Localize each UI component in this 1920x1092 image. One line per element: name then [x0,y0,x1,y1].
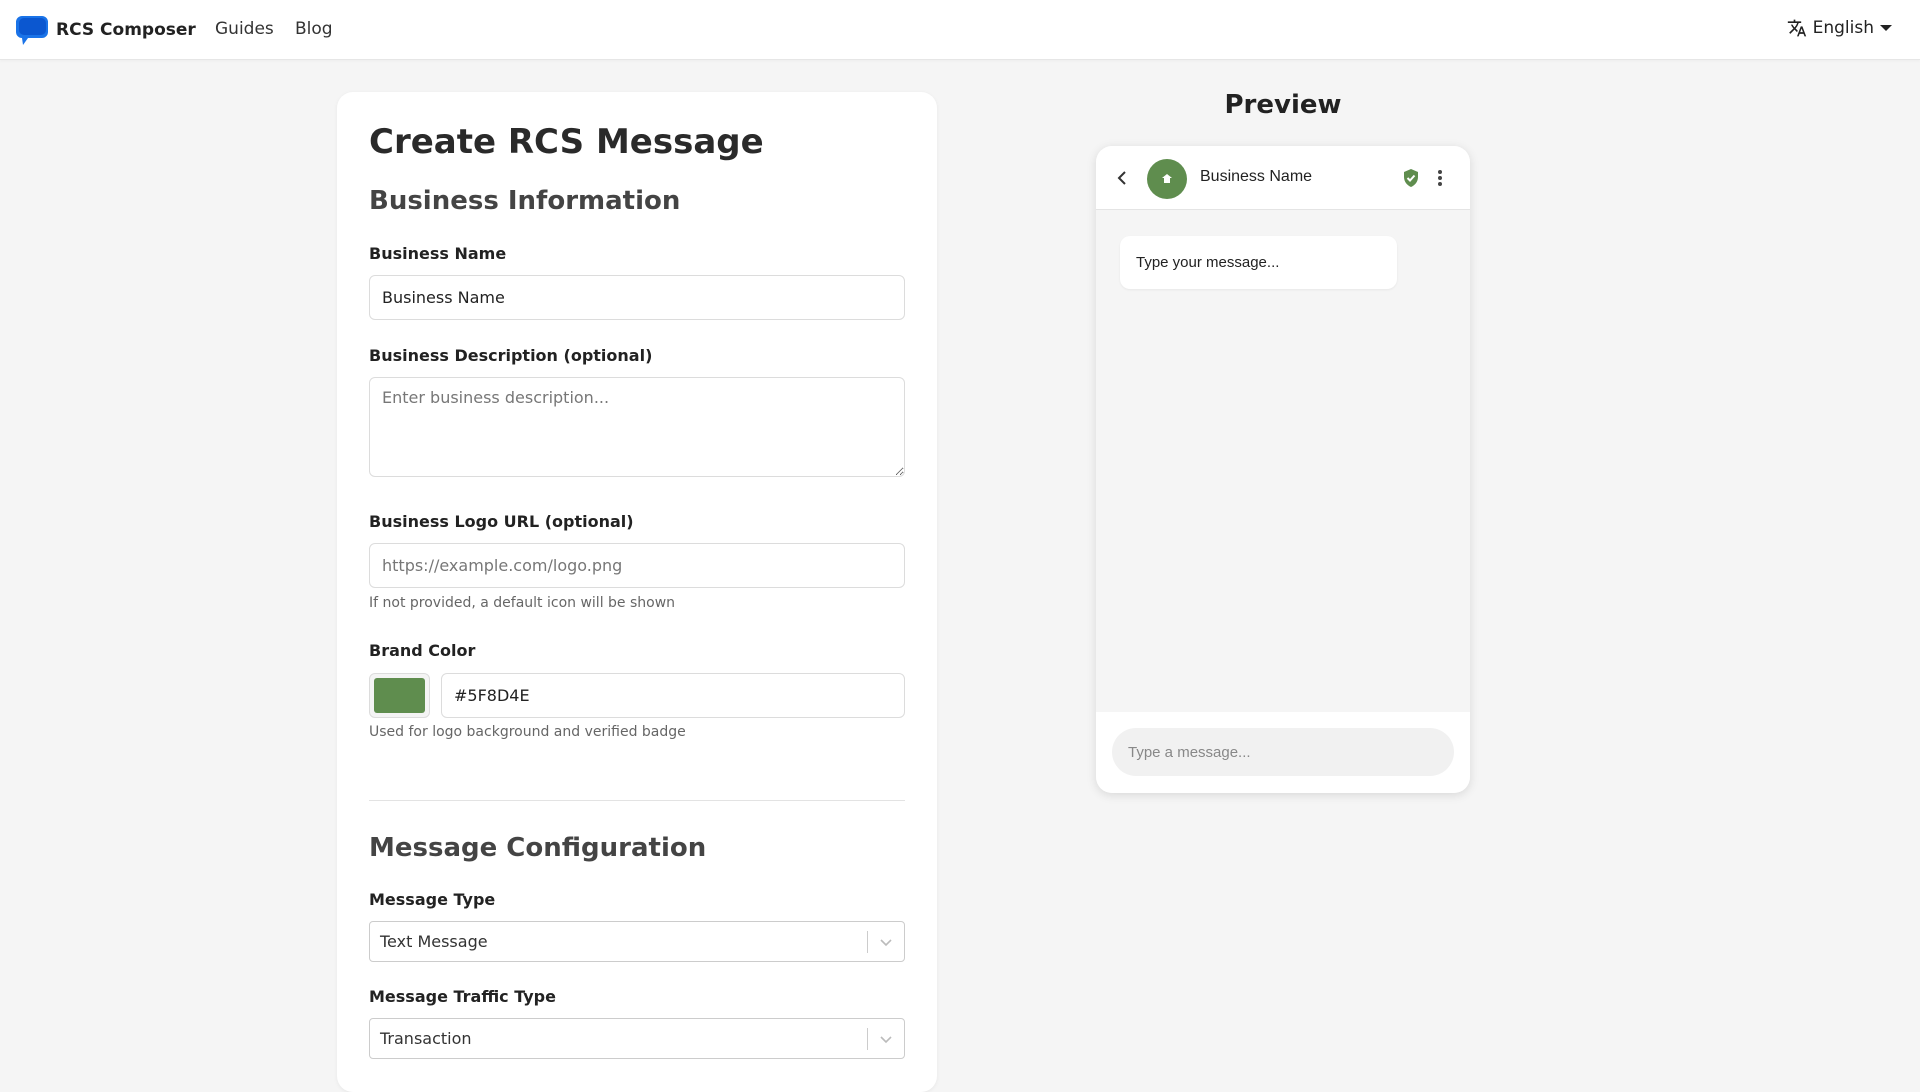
business-description-label: Business Description (optional) [369,346,653,365]
message-config-section-heading: Message Configuration [369,833,707,863]
traffic-type-label: Message Traffic Type [369,987,556,1006]
business-name-label: Business Name [369,244,507,263]
translate-icon [1787,19,1806,37]
message-type-select[interactable]: Text Message [369,921,905,962]
brand-home-link[interactable]: RCS Composer [16,13,196,47]
language-label: English [1812,18,1874,38]
chat-bubble-logo-icon [16,16,48,45]
brand-color-label: Brand Color [369,641,476,660]
select-separator [867,1028,868,1050]
language-selector[interactable]: English [1787,18,1892,38]
section-divider [369,800,905,801]
preview-heading: Preview [1224,90,1342,120]
traffic-type-select[interactable]: Transaction [369,1018,905,1059]
select-separator [867,931,868,953]
business-description-textarea[interactable] [369,377,905,477]
business-logo-help-text: If not provided, a default icon will be … [369,595,676,611]
chat-business-name: Business Name [1200,168,1313,185]
message-type-label: Message Type [369,890,496,909]
business-name-input[interactable] [369,275,905,320]
message-bubble: Type your message... [1120,236,1397,289]
traffic-type-value: Transaction [380,1029,472,1048]
compose-bar [1096,712,1470,793]
brand-color-help-text: Used for logo background and verified ba… [369,724,686,740]
nav-link-guides[interactable]: Guides [215,19,274,39]
compose-message-input[interactable] [1112,728,1454,776]
more-vert-icon[interactable] [1436,168,1444,188]
message-type-value: Text Message [380,932,488,951]
chevron-down-icon [880,1036,892,1044]
brand-name: RCS Composer [56,20,196,40]
verified-shield-icon [1404,169,1418,187]
business-logo-url-input[interactable] [369,543,905,588]
business-logo-label: Business Logo URL (optional) [369,512,634,531]
chevron-down-icon [880,939,892,947]
chat-header: Business Name [1096,146,1470,210]
brand-color-swatch [374,678,425,713]
business-section-heading: Business Information [369,186,681,216]
brand-color-hex-input[interactable] [441,673,905,718]
top-navbar: RCS Composer Guides Blog English [0,0,1920,60]
page-title: Create RCS Message [369,122,764,162]
message-form-card: Create RCS Message Business Information … [337,92,937,1092]
store-icon [1162,174,1172,183]
phone-preview: Business Name Type your message... [1096,146,1470,793]
brand-color-picker[interactable] [369,673,430,718]
message-bubble-text: Type your message... [1136,254,1280,271]
nav-link-blog[interactable]: Blog [295,19,333,39]
back-arrow-icon[interactable] [1114,168,1130,188]
caret-down-icon [1880,25,1892,31]
business-avatar [1147,159,1187,199]
